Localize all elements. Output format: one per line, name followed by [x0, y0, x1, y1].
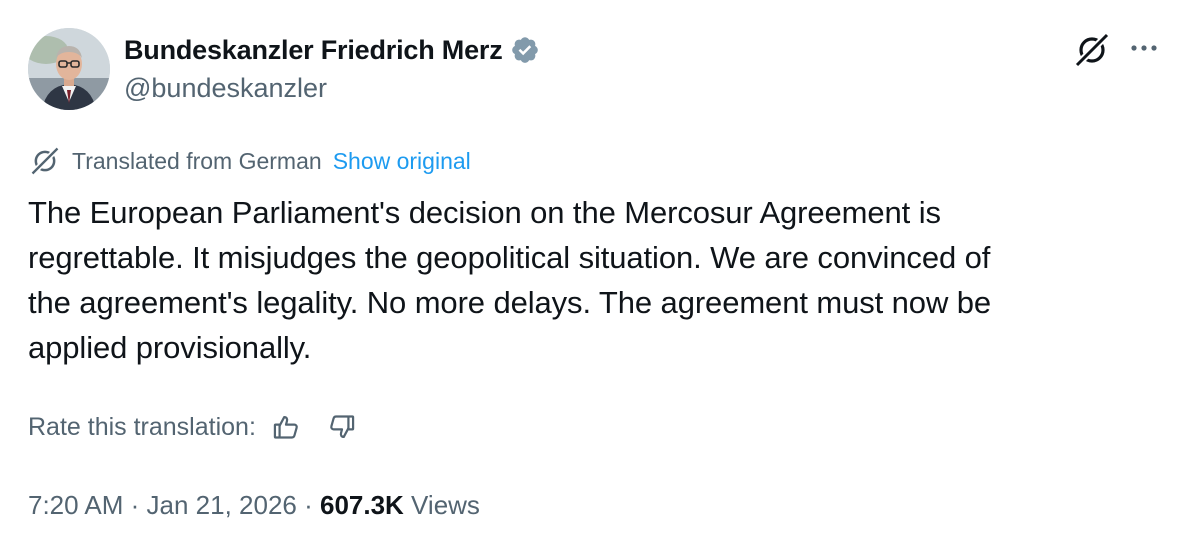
more-dots-icon: [1131, 45, 1157, 51]
show-original-link[interactable]: Show original: [333, 148, 471, 175]
rate-translation-label: Rate this translation:: [28, 412, 256, 441]
post-date[interactable]: Jan 21, 2026: [147, 490, 297, 521]
more-options-button[interactable]: [1124, 30, 1164, 66]
translated-from-label: Translated from German: [72, 147, 322, 174]
meta-separator: ·: [123, 489, 147, 520]
verified-badge-icon[interactable]: [510, 35, 540, 65]
author-name-row[interactable]: Bundeskanzler Friedrich Merz: [124, 33, 540, 67]
views-count: 607.3K: [319, 489, 404, 520]
post-text-line: The European Parliament's decision on th…: [28, 195, 941, 230]
post-text-line: regrettable. It misjudges the geopolitic…: [28, 240, 991, 275]
avatar-image: [28, 28, 110, 110]
tweet-card: Bundeskanzler Friedrich Merz @bundeskanz…: [0, 0, 1200, 557]
post-text: The European Parliament's decision on th…: [28, 190, 1178, 370]
post-time[interactable]: 7:20 AM: [28, 490, 123, 521]
rate-translation-row: Rate this translation:: [28, 407, 358, 447]
post-text-line: the agreement's legality. No more delays…: [28, 285, 992, 320]
meta-separator: ·: [296, 489, 320, 520]
translation-notice: Translated from German Show original: [28, 145, 471, 177]
grok-button[interactable]: [1071, 32, 1113, 68]
translate-icon: [28, 146, 64, 176]
thumbs-up-icon[interactable]: [270, 411, 302, 443]
views-label: Views: [403, 489, 480, 520]
author-handle[interactable]: @bundeskanzler: [124, 73, 327, 104]
grok-icon: [1074, 32, 1110, 68]
post-meta: 7:20 AM · Jan 21, 2026 · 607.3K Views: [28, 487, 480, 523]
thumbs-down-icon[interactable]: [326, 411, 358, 443]
author-display-name[interactable]: Bundeskanzler Friedrich Merz: [124, 35, 503, 66]
post-text-line: applied provisionally.: [28, 330, 312, 365]
avatar[interactable]: [28, 28, 110, 110]
